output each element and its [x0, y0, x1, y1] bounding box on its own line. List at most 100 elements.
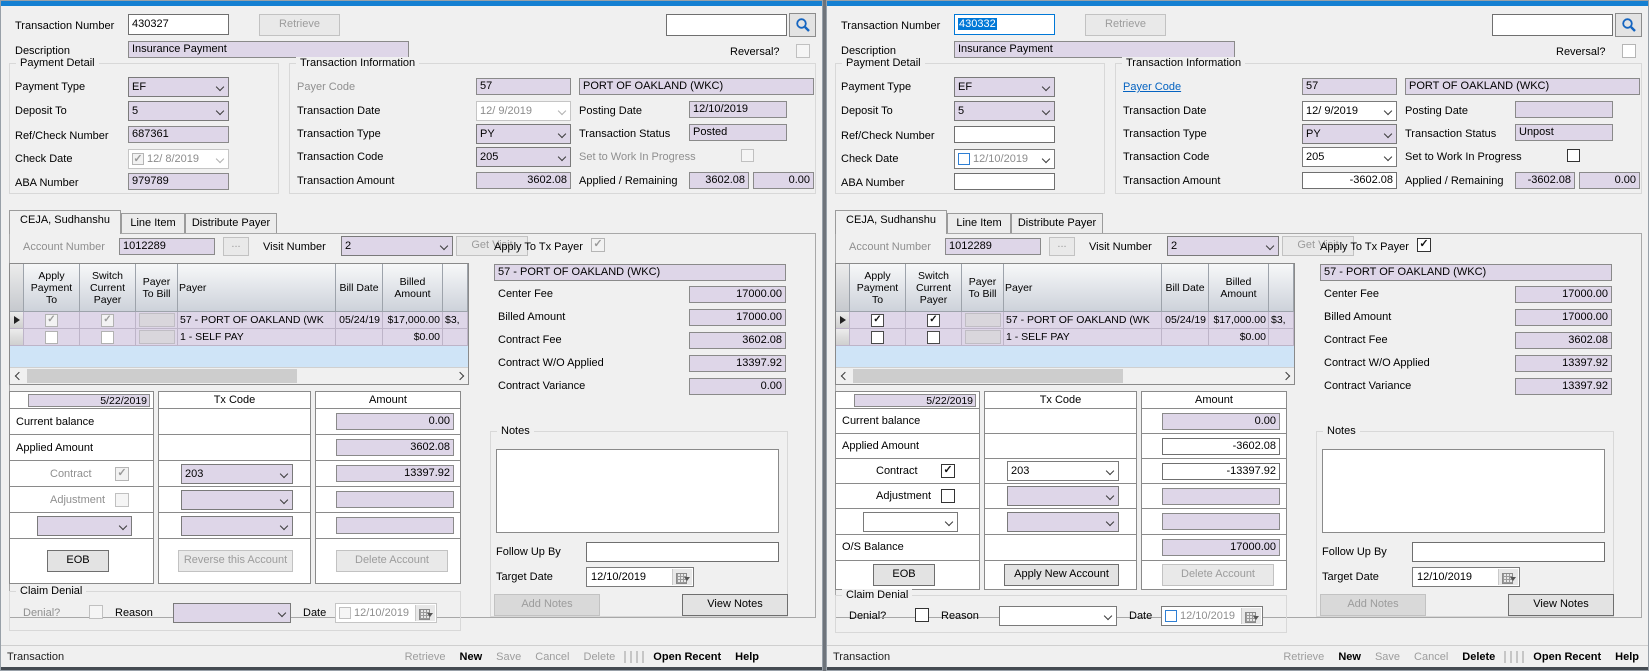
apply-to-tx-payer-checkbox[interactable] [1417, 238, 1431, 252]
denial-reason-combo[interactable] [173, 603, 291, 623]
switch-payer-checkbox[interactable] [927, 314, 940, 327]
search-button[interactable] [1615, 13, 1642, 37]
scroll-left-arrow-icon[interactable] [10, 368, 26, 384]
adjustment-checkbox[interactable] [941, 489, 955, 503]
transaction-code-combo[interactable]: 205 [1302, 147, 1397, 167]
scroll-right-arrow-icon[interactable] [452, 368, 468, 384]
search-input[interactable] [1492, 14, 1613, 36]
switch-payer-checkbox[interactable] [101, 331, 114, 344]
transaction-number-input[interactable]: 430332 [954, 14, 1055, 35]
reversal-checkbox[interactable] [1622, 44, 1636, 58]
adjustment-amount-field[interactable] [1162, 488, 1280, 505]
transaction-date-picker[interactable]: 12/ 9/2019 [476, 101, 571, 121]
scrollbar-thumb[interactable] [27, 369, 297, 383]
apply-payment-checkbox[interactable] [871, 314, 884, 327]
transaction-amount-field[interactable]: -3602.08 [1302, 172, 1397, 189]
visit-number-combo[interactable]: 2 [341, 236, 453, 256]
tab-distribute-payer[interactable]: Distribute Payer [1011, 213, 1103, 234]
payer-row[interactable]: 1 - SELF PAY $0.00 [10, 329, 468, 346]
payment-type-combo[interactable]: EF [128, 77, 229, 97]
follow-up-by-input[interactable] [586, 542, 779, 562]
status-retrieve[interactable]: Retrieve [1283, 651, 1324, 663]
check-date-checkbox[interactable] [958, 153, 970, 165]
tab-patient[interactable]: CEJA, Sudhanshu [835, 210, 947, 234]
extra-txcode-combo[interactable] [181, 516, 293, 536]
scroll-left-arrow-icon[interactable] [836, 368, 852, 384]
col-bill-date[interactable]: Bill Date [336, 264, 383, 312]
apply-new-account-button[interactable]: Apply New Account [1004, 564, 1119, 586]
eob-button[interactable]: EOB [873, 564, 935, 586]
add-notes-button[interactable]: Add Notes [494, 594, 600, 616]
denial-checkbox[interactable] [89, 605, 103, 619]
status-delete[interactable]: Delete [1462, 651, 1495, 663]
tab-patient[interactable]: CEJA, Sudhanshu [9, 210, 121, 234]
status-save[interactable]: Save [1375, 651, 1400, 663]
status-save[interactable]: Save [496, 651, 521, 663]
contract-amount-field[interactable]: -13397.92 [1162, 463, 1280, 480]
status-help[interactable]: Help [1615, 651, 1639, 663]
grid-horizontal-scrollbar[interactable] [836, 367, 1294, 384]
col-payer-to-bill[interactable]: Payer To Bill [962, 264, 1004, 312]
col-switch-current-payer[interactable]: Switch Current Payer [906, 264, 962, 312]
contract-checkbox[interactable] [941, 464, 955, 478]
denial-reason-combo[interactable] [999, 606, 1117, 626]
search-input[interactable] [666, 14, 787, 36]
account-lookup-button[interactable]: ... [1049, 237, 1075, 256]
account-lookup-button[interactable]: ... [223, 237, 249, 256]
status-help[interactable]: Help [735, 651, 759, 663]
adjustment-txcode-combo[interactable] [181, 490, 293, 510]
ref-check-number-field[interactable] [954, 126, 1055, 143]
target-date-picker[interactable]: 12/10/2019 [1412, 567, 1520, 587]
status-retrieve[interactable]: Retrieve [405, 651, 446, 663]
aba-number-field[interactable] [954, 173, 1055, 190]
transaction-type-combo[interactable]: PY [476, 124, 571, 144]
payer-row[interactable]: 57 - PORT OF OAKLAND (WK 05/24/19 $17,00… [836, 312, 1294, 329]
transaction-number-input[interactable]: 430327 [128, 14, 229, 35]
contract-amount-field[interactable]: 13397.92 [336, 465, 454, 482]
col-payer[interactable]: Payer [1004, 264, 1162, 312]
denial-date-checkbox[interactable] [1165, 610, 1177, 622]
payer-row[interactable]: 57 - PORT OF OAKLAND (WK 05/24/19 $17,00… [10, 312, 468, 329]
extra-allocation-combo[interactable] [863, 512, 958, 532]
payer-row[interactable]: 1 - SELF PAY $0.00 [836, 329, 1294, 346]
denial-checkbox[interactable] [915, 608, 929, 622]
view-notes-button[interactable]: View Notes [1508, 594, 1614, 616]
wip-checkbox[interactable] [741, 149, 754, 162]
col-bill-date[interactable]: Bill Date [1162, 264, 1209, 312]
tab-distribute-payer[interactable]: Distribute Payer [185, 213, 277, 234]
status-new[interactable]: New [1338, 651, 1361, 663]
calendar-button[interactable] [672, 569, 692, 585]
visit-number-combo[interactable]: 2 [1167, 236, 1279, 256]
extra-amount-field[interactable] [1162, 513, 1280, 530]
view-notes-button[interactable]: View Notes [682, 594, 788, 616]
add-notes-button[interactable]: Add Notes [1320, 594, 1426, 616]
denial-date-picker[interactable]: 12/10/2019 [335, 603, 437, 623]
apply-to-tx-payer-checkbox[interactable] [591, 238, 605, 252]
check-date-picker[interactable]: 12/ 8/2019 [128, 149, 229, 169]
scroll-right-arrow-icon[interactable] [1278, 368, 1294, 384]
apply-payment-checkbox[interactable] [871, 331, 884, 344]
payer-code-link[interactable]: Payer Code [1123, 81, 1181, 93]
adjustment-txcode-combo[interactable] [1007, 486, 1119, 506]
status-delete[interactable]: Delete [584, 651, 616, 663]
retrieve-button[interactable]: Retrieve [259, 14, 340, 36]
ref-check-number-field[interactable]: 687361 [128, 126, 229, 143]
search-button[interactable] [789, 13, 816, 37]
switch-payer-checkbox[interactable] [101, 314, 114, 327]
extra-txcode-combo[interactable] [1007, 512, 1119, 532]
col-switch-current-payer[interactable]: Switch Current Payer [80, 264, 136, 312]
transaction-amount-field[interactable]: 3602.08 [476, 172, 571, 189]
apply-payment-checkbox[interactable] [45, 314, 58, 327]
switch-payer-checkbox[interactable] [927, 331, 940, 344]
denial-date-picker[interactable]: 12/10/2019 [1161, 606, 1263, 626]
notes-textarea[interactable] [496, 449, 779, 533]
transaction-date-picker[interactable]: 12/ 9/2019 [1302, 101, 1397, 121]
payer-code-field[interactable]: 57 [1302, 78, 1397, 95]
payment-type-combo[interactable]: EF [954, 77, 1055, 97]
account-number-field[interactable]: 1012289 [119, 238, 215, 255]
delete-account-button[interactable]: Delete Account [336, 550, 448, 572]
col-billed-amount[interactable]: Billed Amount [1209, 264, 1269, 312]
target-date-picker[interactable]: 12/10/2019 [586, 567, 694, 587]
contract-checkbox[interactable] [115, 467, 129, 481]
adjustment-checkbox[interactable] [115, 493, 129, 507]
